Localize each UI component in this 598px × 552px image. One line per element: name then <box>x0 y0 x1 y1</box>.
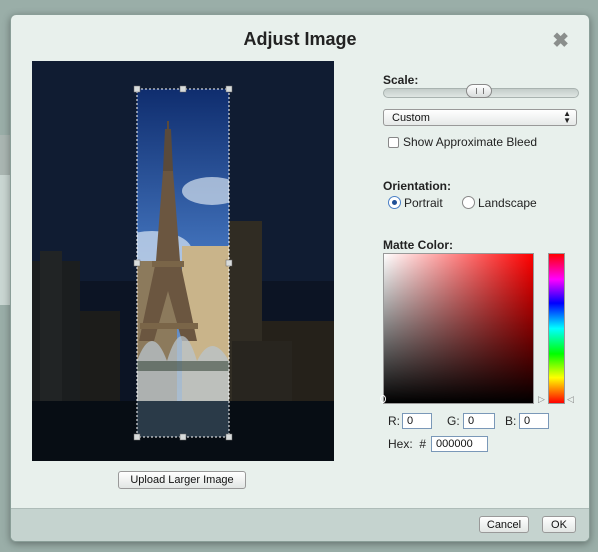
g-label: G: <box>447 414 460 428</box>
hex-label: Hex: # <box>388 437 427 451</box>
show-bleed-label: Show Approximate Bleed <box>403 135 538 149</box>
portrait-radio[interactable] <box>388 196 401 209</box>
close-icon[interactable]: ✖ <box>552 31 569 51</box>
hue-right-arrow-icon[interactable]: ◁ <box>567 394 574 404</box>
upload-larger-image-button[interactable]: Upload Larger Image <box>118 471 246 489</box>
scale-label: Scale: <box>383 73 419 87</box>
scale-select-value: Custom <box>392 112 430 124</box>
image-preview[interactable] <box>32 61 334 461</box>
hex-input[interactable] <box>431 436 488 452</box>
adjust-image-dialog: Adjust Image ✖ Upload Larger Image Scale… <box>10 14 590 542</box>
landscape-label: Landscape <box>478 196 537 210</box>
show-bleed-checkbox[interactable] <box>388 137 399 148</box>
ok-button[interactable]: OK <box>542 516 576 533</box>
color-picker-handle[interactable] <box>380 395 386 403</box>
matte-color-label: Matte Color: <box>383 238 453 252</box>
portrait-label: Portrait <box>404 196 443 210</box>
saturation-value-picker[interactable] <box>383 253 534 404</box>
orientation-label: Orientation: <box>383 179 451 193</box>
dialog-footer: Cancel OK <box>11 508 589 541</box>
g-input[interactable] <box>463 413 495 429</box>
b-label: B: <box>505 414 517 428</box>
scale-select[interactable]: Custom ▲ ▼ <box>383 109 577 126</box>
b-input[interactable] <box>519 413 549 429</box>
hue-slider[interactable] <box>548 253 565 404</box>
cancel-button[interactable]: Cancel <box>479 516 529 533</box>
dialog-title: Adjust Image <box>243 29 357 49</box>
select-arrows-icon: ▲ ▼ <box>563 109 571 125</box>
r-label: R: <box>388 414 400 428</box>
scale-slider-thumb[interactable] <box>466 84 492 98</box>
r-input[interactable] <box>402 413 432 429</box>
hue-left-arrow-icon[interactable]: ▷ <box>538 394 545 404</box>
landscape-radio[interactable] <box>462 196 475 209</box>
